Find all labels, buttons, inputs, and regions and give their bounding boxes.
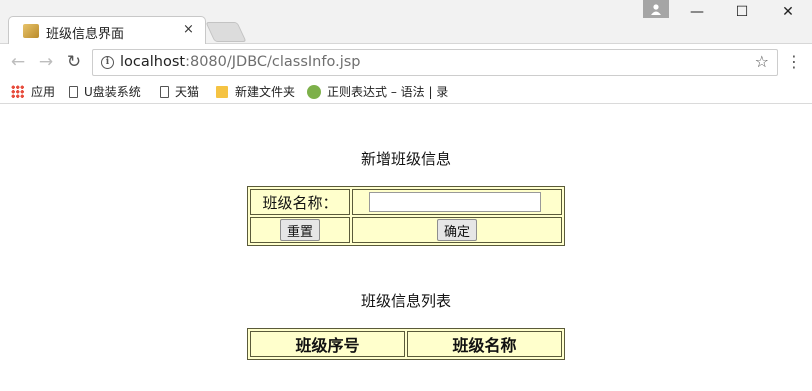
column-header-class-name: 班级名称 xyxy=(407,331,562,357)
page-content: 新增班级信息 班级名称： 重置 确定 班级信息列表 班级序号 班级名称 xyxy=(0,105,812,391)
reset-cell: 重置 xyxy=(250,217,350,243)
bookmark-label: 正则表达式 – 语法 | 录 xyxy=(327,85,449,99)
back-icon[interactable]: ← xyxy=(8,52,28,72)
tab-close-icon[interactable]: × xyxy=(183,22,194,37)
forward-icon[interactable]: → xyxy=(36,52,56,72)
bookmarks-bar: 应用 U盘装系统 天猫 新建文件夹 正则表达式 – 语法 | 录 xyxy=(0,80,812,104)
bookmark-new-folder[interactable]: 新建文件夹 xyxy=(216,83,295,100)
column-header-class-id: 班级序号 xyxy=(250,331,405,357)
reset-button[interactable]: 重置 xyxy=(279,219,320,241)
bookmark-label: 天猫 xyxy=(175,85,200,99)
new-tab-button[interactable] xyxy=(205,22,247,42)
class-list-table: 班级序号 班级名称 xyxy=(247,328,565,360)
regex-icon xyxy=(307,85,321,99)
reload-icon[interactable]: ↻ xyxy=(64,52,84,72)
apps-icon[interactable] xyxy=(11,85,24,98)
favicon-icon xyxy=(23,24,39,38)
url-text[interactable]: localhost:8080/JDBC/classInfo.jsp xyxy=(120,54,361,70)
browser-toolbar: ← → ↻ i localhost:8080/JDBC/classInfo.js… xyxy=(0,44,812,80)
bookmark-tmall[interactable]: 天猫 xyxy=(160,83,199,100)
profile-icon[interactable] xyxy=(643,0,669,18)
class-name-input[interactable] xyxy=(369,192,541,212)
confirm-button[interactable]: 确定 xyxy=(436,219,477,241)
close-window-button[interactable]: ✕ xyxy=(777,3,799,21)
url-path: :8080/JDBC/classInfo.jsp xyxy=(185,54,361,70)
address-bar[interactable]: i localhost:8080/JDBC/classInfo.jsp ☆ xyxy=(92,49,778,76)
bookmark-upan[interactable]: U盘装系统 xyxy=(69,83,141,100)
page-icon xyxy=(69,86,78,98)
menu-icon[interactable]: ⋮ xyxy=(786,52,802,71)
bookmark-star-icon[interactable]: ☆ xyxy=(755,52,769,71)
list-title: 班级信息列表 xyxy=(360,292,451,310)
folder-icon xyxy=(216,86,228,98)
tab-title: 班级信息界面 xyxy=(46,27,125,42)
class-name-label: 班级名称： xyxy=(250,189,350,215)
page-icon xyxy=(160,86,169,98)
minimize-button[interactable]: — xyxy=(686,3,708,21)
confirm-cell: 确定 xyxy=(352,217,562,243)
maximize-button[interactable]: ☐ xyxy=(731,3,753,21)
add-title: 新增班级信息 xyxy=(360,150,451,168)
bookmark-apps[interactable]: 应用 xyxy=(31,83,55,100)
bookmark-regex[interactable]: 正则表达式 – 语法 | 录 xyxy=(307,83,448,100)
bookmark-label: U盘装系统 xyxy=(84,85,141,99)
add-class-form: 班级名称： 重置 确定 xyxy=(247,186,565,246)
browser-tabstrip: 班级信息界面 × — ☐ ✕ xyxy=(0,0,812,45)
bookmark-label: 新建文件夹 xyxy=(235,85,296,99)
info-icon[interactable]: i xyxy=(101,56,114,69)
class-name-cell xyxy=(352,189,562,215)
browser-tab[interactable]: 班级信息界面 × xyxy=(8,16,206,45)
url-host: localhost xyxy=(120,54,186,70)
